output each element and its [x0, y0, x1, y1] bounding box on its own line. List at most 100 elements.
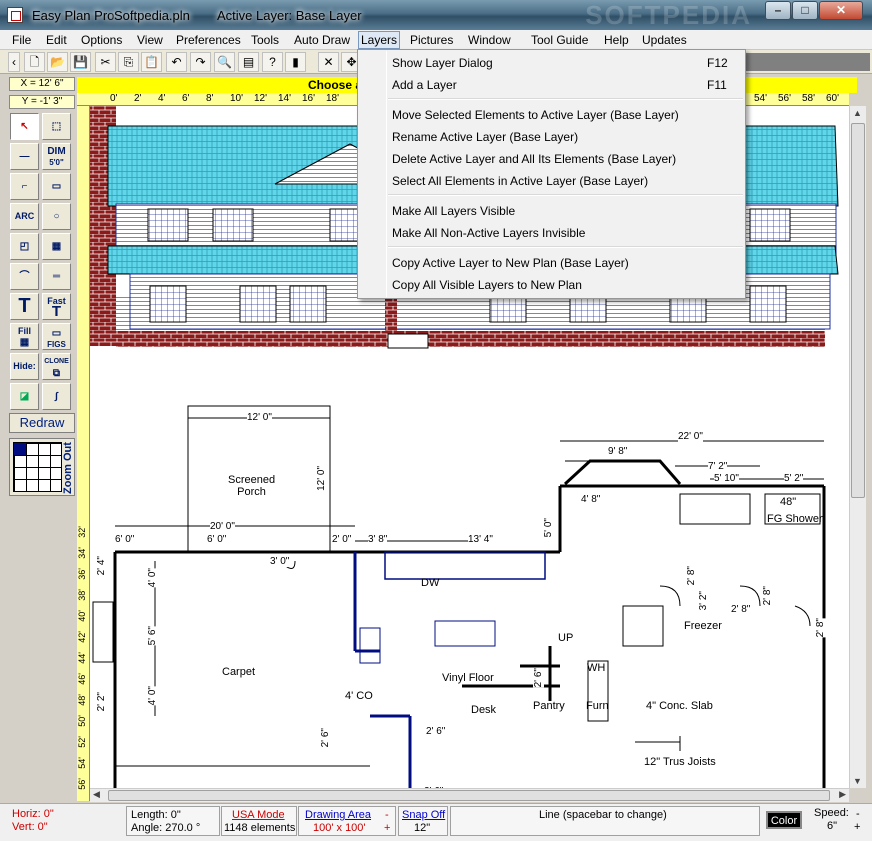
maximize-button[interactable]: □ — [792, 1, 818, 20]
zoom-out-label[interactable]: Zoom Out — [62, 441, 74, 495]
menu-item-make-all-layers-visible[interactable]: Make All Layers Visible — [358, 200, 745, 222]
cut-icon[interactable]: ✂ — [95, 52, 116, 72]
menu-auto-draw[interactable]: Auto Draw — [292, 32, 352, 48]
corner-tool[interactable]: ◰ — [10, 233, 39, 260]
menu-item-show-layer-dialog[interactable]: Show Layer Dialog F12 — [358, 52, 745, 74]
zoom-icon[interactable]: 🔍 — [214, 52, 235, 72]
close-button[interactable]: ✕ — [819, 1, 863, 20]
color-button[interactable]: Color — [766, 811, 802, 829]
dimension-label: 5' 0" — [543, 518, 554, 538]
undo-icon[interactable]: ↶ — [166, 52, 187, 72]
scroll-down-icon[interactable]: ▼ — [853, 776, 862, 786]
menu-item-label: Make All Non-Active Layers Invisible — [392, 226, 586, 240]
scroll-left-icon[interactable]: ◀ — [93, 789, 100, 800]
menu-item-move-selected-elements-to-active-layer[interactable]: Move Selected Elements to Active Layer (… — [358, 104, 745, 126]
print-preview-icon[interactable]: ▤ — [238, 52, 259, 72]
arc-tool[interactable]: ARC — [10, 203, 39, 230]
hide-tool[interactable]: Hide: — [10, 353, 39, 380]
menu-window[interactable]: Window — [466, 32, 513, 48]
picture-tool[interactable]: ◪ — [10, 383, 39, 410]
scroll-right-icon[interactable]: ▶ — [839, 789, 846, 800]
menu-view[interactable]: View — [135, 32, 165, 48]
menu-tools[interactable]: Tools — [249, 32, 281, 48]
app-icon[interactable] — [7, 7, 23, 23]
text-tool[interactable]: T — [10, 293, 39, 320]
circle-tool[interactable]: ○ — [42, 203, 71, 230]
ruler-tick: 54' — [77, 757, 87, 769]
clone-tool[interactable]: CLONE ⧉ — [42, 353, 71, 380]
menu-item-copy-all-visible-layers-to-new-plan[interactable]: Copy All Visible Layers to New Plan — [358, 274, 745, 296]
drawing-area-link[interactable]: Drawing Area — [305, 809, 371, 821]
area-decrease-button[interactable]: - — [385, 809, 389, 821]
ruler-tick: 2' — [134, 93, 142, 104]
horizontal-scroll-thumb[interactable] — [108, 790, 830, 801]
menu-help[interactable]: Help — [602, 32, 631, 48]
room-label: Vinyl Floor — [442, 672, 494, 684]
drawing-area-value: 100' x 100' — [313, 822, 366, 834]
box-select-tool[interactable]: ⬚ — [42, 113, 71, 140]
curve-tool[interactable]: ∫ — [42, 383, 71, 410]
fill-tool[interactable]: Fill ▦ — [10, 323, 39, 350]
dimension-label: 12' 0" — [316, 466, 327, 491]
line-mode-box[interactable]: Line (spacebar to change) — [450, 806, 760, 836]
exit-door-icon[interactable]: ▮ — [285, 52, 306, 72]
line-tool[interactable]: — — [10, 143, 39, 170]
menu-updates[interactable]: Updates — [640, 32, 689, 48]
snap-value: 12" — [414, 822, 431, 834]
save-icon[interactable]: 💾 — [70, 52, 91, 72]
menu-item-select-all-elements-in-active-layer[interactable]: Select All Elements in Active Layer (Bas… — [358, 170, 745, 192]
window-grid-tool[interactable]: ▦ — [42, 233, 71, 260]
paste-icon[interactable]: 📋 — [141, 52, 162, 72]
menu-edit[interactable]: Edit — [44, 32, 69, 48]
menu-file[interactable]: File — [10, 32, 33, 48]
select-arrow-tool[interactable]: ↖ — [10, 113, 39, 140]
menu-preferences[interactable]: Preferences — [174, 32, 243, 48]
zoom-grid[interactable]: Zoom Out — [9, 438, 75, 496]
menu-item-rename-active-layer[interactable]: Rename Active Layer (Base Layer) — [358, 126, 745, 148]
ruler-tick: 0' — [110, 93, 118, 104]
new-file-icon[interactable]: 🗋 — [24, 52, 45, 72]
menu-layers[interactable]: Layers — [358, 31, 401, 49]
room-label: Carpet — [222, 666, 256, 678]
menu-item-make-all-non-active-layers-invisible[interactable]: Make All Non-Active Layers Invisible — [358, 222, 745, 244]
ruler-tick: 54' — [754, 93, 768, 104]
area-increase-button[interactable]: + — [384, 822, 390, 834]
usa-mode-link[interactable]: USA Mode — [232, 809, 285, 821]
menu-separator — [388, 98, 743, 100]
menu-item-delete-active-layer-and-all-its-elements[interactable]: Delete Active Layer and All Its Elements… — [358, 148, 745, 170]
vertical-scroll-thumb[interactable] — [851, 123, 865, 498]
vertical-scrollbar[interactable]: ▲ ▼ — [849, 106, 866, 788]
layers-dropdown-menu: Show Layer Dialog F12 Add a Layer F11 Move S… — [357, 49, 746, 299]
room-label: UP — [558, 632, 574, 644]
dimension-tool[interactable]: DIM 5'0" — [42, 143, 71, 170]
file-name: Softpedia.pln — [114, 8, 190, 23]
menu-item-label: Rename Active Layer (Base Layer) — [392, 130, 579, 144]
fast-text-tool[interactable]: Fast T — [42, 293, 71, 320]
rectangle-tool[interactable]: ▭ — [42, 173, 71, 200]
figures-tool[interactable]: ▭ FIGS — [42, 323, 71, 350]
zoom-cells[interactable] — [13, 442, 62, 492]
speed-decrease-button[interactable]: - — [856, 808, 860, 820]
menu-item-copy-active-layer-to-new-plan[interactable]: Copy Active Layer to New Plan (Base Laye… — [358, 252, 745, 274]
menu-options[interactable]: Options — [79, 32, 124, 48]
menu-item-add-a-layer[interactable]: Add a Layer F11 — [358, 74, 745, 96]
door-swing-tool[interactable]: ⌒ — [10, 263, 39, 290]
dim-label: DIM — [47, 146, 66, 157]
menu-tool-guide[interactable]: Tool Guide — [529, 32, 590, 48]
horizontal-scrollbar[interactable]: ◀ ▶ — [90, 788, 849, 802]
window-tool[interactable]: ═ — [42, 263, 71, 290]
menu-pictures[interactable]: Pictures — [408, 32, 455, 48]
delete-x-icon[interactable]: ✕ — [318, 52, 339, 72]
speed-increase-button[interactable]: + — [854, 821, 860, 833]
redraw-button[interactable]: Redraw — [9, 413, 75, 433]
scroll-up-icon[interactable]: ▲ — [853, 108, 862, 118]
dimension-label: 4' 0" — [147, 568, 158, 588]
open-folder-icon[interactable]: 📂 — [47, 52, 68, 72]
wall-shape-tool[interactable]: ⌐ — [10, 173, 39, 200]
snap-toggle[interactable]: Snap Off — [402, 809, 445, 821]
copy-icon[interactable]: ⎘ — [118, 52, 139, 72]
redo-icon[interactable]: ↷ — [190, 52, 211, 72]
back-arrow-icon[interactable]: ‹ — [8, 52, 20, 72]
minimize-button[interactable]: – — [765, 1, 791, 20]
help-icon[interactable]: ? — [262, 52, 283, 72]
